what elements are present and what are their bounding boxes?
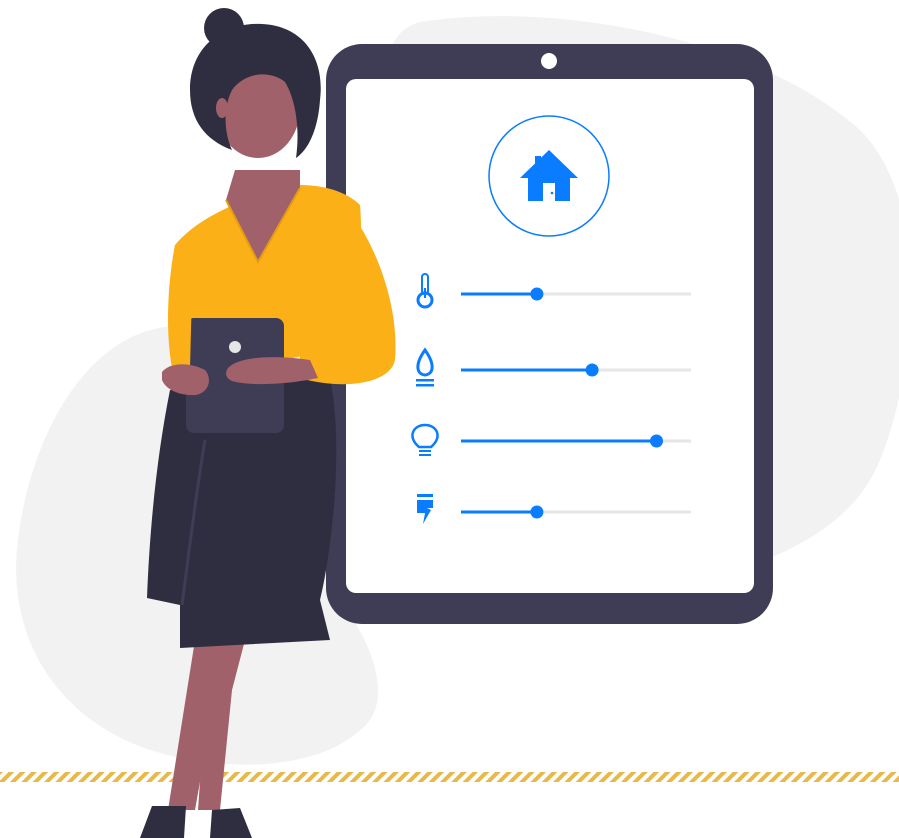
slider-handle-light[interactable] bbox=[650, 434, 663, 448]
handheld-tablet-button bbox=[229, 341, 241, 353]
slider-fill-power bbox=[461, 510, 537, 514]
floor-stripe bbox=[0, 772, 899, 782]
smart-home-illustration bbox=[0, 0, 899, 838]
slider-fill-temperature bbox=[461, 292, 537, 296]
shoe-left bbox=[140, 806, 186, 838]
tablet-camera bbox=[541, 53, 557, 69]
slider-fill-light bbox=[461, 439, 657, 443]
slider-handle-water[interactable] bbox=[585, 363, 599, 377]
slider-handle-temperature[interactable] bbox=[530, 287, 544, 301]
illustration-canvas bbox=[0, 8, 899, 838]
slider-handle-power[interactable] bbox=[530, 505, 544, 519]
slider-fill-water bbox=[461, 368, 593, 372]
hair-bun bbox=[204, 8, 244, 48]
shoe-right bbox=[210, 808, 252, 838]
ear bbox=[216, 98, 228, 118]
